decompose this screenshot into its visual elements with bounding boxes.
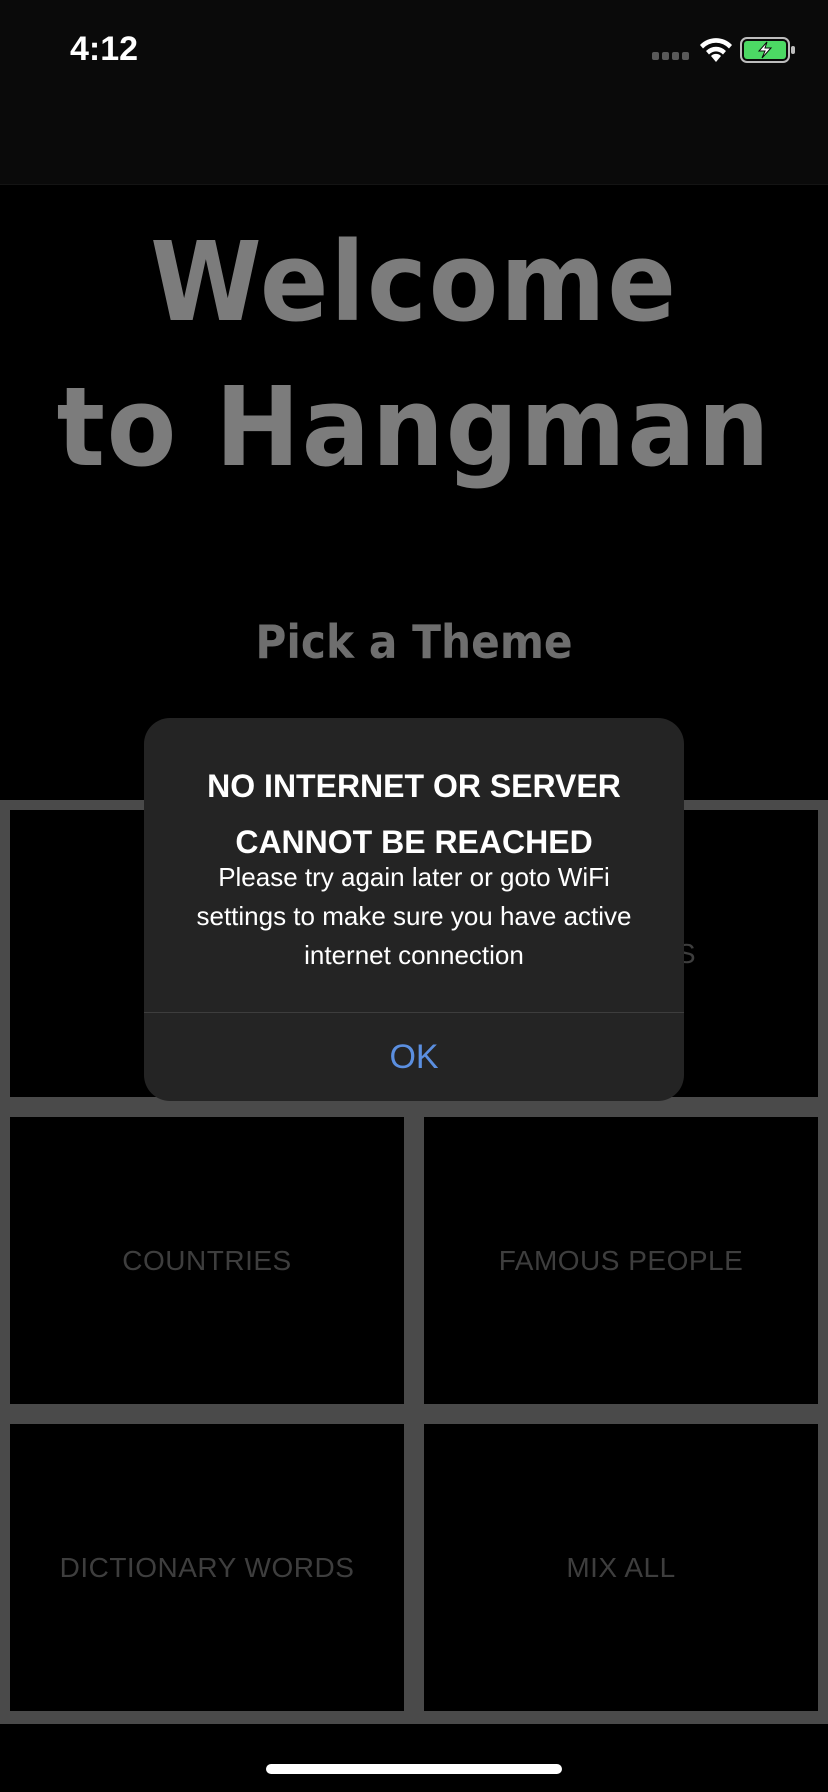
alert-title: NO INTERNET OR SERVER CANNOT BE REACHED — [207, 768, 621, 860]
alert-message: Please try again later or goto WiFi sett… — [196, 862, 632, 970]
ok-button[interactable]: OK — [144, 1013, 684, 1101]
no-internet-alert: NO INTERNET OR SERVER CANNOT BE REACHED … — [144, 718, 684, 1101]
home-indicator[interactable] — [266, 1764, 562, 1774]
